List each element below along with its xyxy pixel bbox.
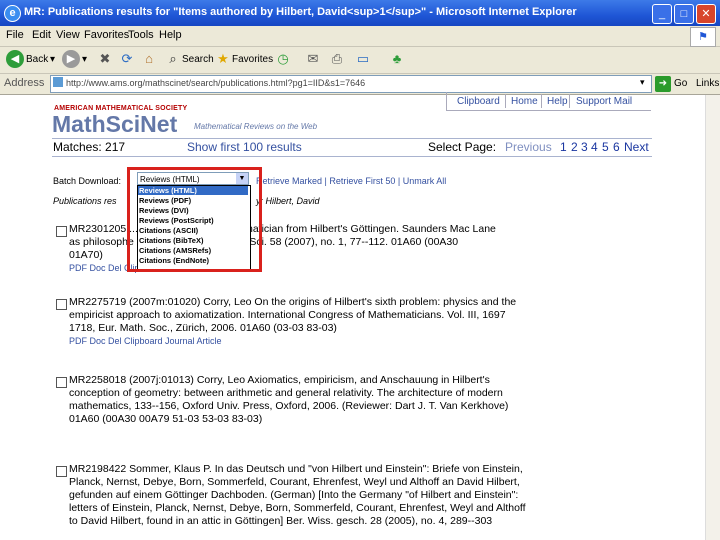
address-url[interactable]: http://www.ams.org/mathscinet/search/pub…: [66, 78, 365, 88]
tagline: Mathematical Reviews on the Web: [194, 122, 318, 131]
page-3-link[interactable]: 3: [581, 140, 588, 154]
forward-arrow-icon[interactable]: ▶: [62, 50, 80, 68]
minimize-button[interactable]: _: [652, 4, 672, 24]
publications-author-label: y: Hilbert, David: [256, 196, 320, 206]
page-4-link[interactable]: 4: [591, 140, 598, 154]
messenger-icon[interactable]: ♣: [388, 50, 406, 68]
separator: [541, 94, 542, 108]
favorites-label[interactable]: Favorites: [232, 54, 273, 65]
entry-line: letters of Einstein, Planck, Nernst, Deb…: [69, 502, 526, 514]
entry-line: 01A60 (00A30 00A79 51-03 53-03 83-03): [69, 413, 263, 425]
go-arrow-icon[interactable]: ➜: [655, 76, 671, 92]
favorites-star-icon[interactable]: ★: [214, 50, 232, 68]
help-link[interactable]: Help: [547, 96, 568, 107]
ie-logo-icon: e: [4, 5, 21, 22]
entry-line: empiricist approach to axiomatization. I…: [69, 309, 506, 321]
window-title: MR: Publications results for "Items auth…: [24, 6, 577, 18]
search-icon[interactable]: ⌕: [164, 50, 182, 68]
previous-link[interactable]: Previous: [505, 140, 552, 154]
divider: [52, 156, 652, 157]
entry-links[interactable]: PDF Doc Del Clipboard Journal Article: [69, 336, 222, 346]
entry-checkbox[interactable]: [56, 377, 67, 388]
batch-actions[interactable]: Retrieve Marked | Retrieve First 50 | Un…: [256, 176, 446, 186]
menu-file[interactable]: File: [6, 29, 24, 41]
menu-edit[interactable]: Edit: [32, 29, 51, 41]
page-1-link[interactable]: 1: [560, 140, 567, 154]
publications-label: Publications res: [53, 196, 117, 206]
next-link[interactable]: Next: [624, 140, 649, 154]
show-first-link[interactable]: Show first 100 results: [187, 140, 302, 154]
maximize-button[interactable]: □: [674, 4, 694, 24]
go-button[interactable]: Go: [674, 78, 687, 89]
page-5-link[interactable]: 5: [602, 140, 609, 154]
back-arrow-icon[interactable]: ◀: [6, 50, 24, 68]
divider: [52, 138, 652, 139]
entry-line: to David Hilbert, found in an attic in G…: [69, 515, 493, 527]
clipboard-link[interactable]: Clipboard: [457, 96, 500, 107]
matches-count: Matches: 217: [53, 140, 126, 154]
mathscinet-logo[interactable]: MathSciNet: [52, 111, 177, 138]
history-icon[interactable]: ◷: [274, 50, 292, 68]
back-label[interactable]: Back: [26, 54, 48, 65]
entry-checkbox[interactable]: [56, 299, 67, 310]
print-icon[interactable]: ⎙: [328, 50, 346, 68]
windows-flag-icon: ⚑: [690, 27, 716, 47]
separator: [569, 94, 570, 108]
mail-icon[interactable]: ✉: [304, 50, 322, 68]
entry-line: mathematics, 133--156, Oxford Univ. Pres…: [69, 400, 509, 412]
menu-view[interactable]: View: [56, 29, 80, 41]
search-label[interactable]: Search: [182, 54, 214, 65]
entry-line: MR2198422 Sommer, Klaus P. In das Deutsc…: [69, 463, 523, 475]
address-label: Address: [4, 77, 45, 89]
entry-line: 1718, Eur. Math. Soc., Zürich, 2006. 01A…: [69, 322, 337, 334]
page-favicon-icon: [53, 77, 63, 87]
select-page-label: Select Page:: [428, 140, 497, 154]
back-dropdown-icon[interactable]: ▾: [50, 54, 55, 65]
refresh-icon[interactable]: ⟳: [118, 50, 136, 68]
close-button[interactable]: ✕: [696, 4, 716, 24]
address-dropdown-icon[interactable]: ▾: [640, 77, 645, 88]
menu-favorites[interactable]: Favorites: [84, 29, 129, 41]
entry-line: MR2275719 (2007m:01020) Corry, Leo On th…: [69, 296, 517, 308]
vertical-scrollbar[interactable]: [705, 95, 720, 540]
home-link[interactable]: Home: [511, 96, 538, 107]
highlight-box: [127, 167, 262, 272]
entry-line: Planck, Nernst, Debye, Born, Sommerfeld,…: [69, 476, 520, 488]
edit-icon[interactable]: ▭: [354, 50, 372, 68]
support-mail-link[interactable]: Support Mail: [576, 96, 632, 107]
links-button[interactable]: Links: [696, 78, 719, 89]
entry-line: MR2258018 (2007j:01013) Corry, Leo Axiom…: [69, 374, 490, 386]
batch-download-label: Batch Download:: [53, 176, 122, 186]
entry-line: 01A70): [69, 249, 103, 261]
forward-dropdown-icon[interactable]: ▾: [82, 54, 87, 65]
entry-line: gefunden auf einem Göttinger Dachboden. …: [69, 489, 519, 501]
home-icon[interactable]: ⌂: [140, 50, 158, 68]
entry-checkbox[interactable]: [56, 466, 67, 477]
menu-help[interactable]: Help: [159, 29, 182, 41]
entry-line: conception of geometry: between arithmet…: [69, 387, 503, 399]
menu-tools[interactable]: Tools: [128, 29, 154, 41]
separator: [505, 94, 506, 108]
entry-checkbox[interactable]: [56, 226, 67, 237]
page-2-link[interactable]: 2: [571, 140, 578, 154]
stop-icon[interactable]: ✖: [96, 50, 114, 68]
page-6-link[interactable]: 6: [613, 140, 620, 154]
